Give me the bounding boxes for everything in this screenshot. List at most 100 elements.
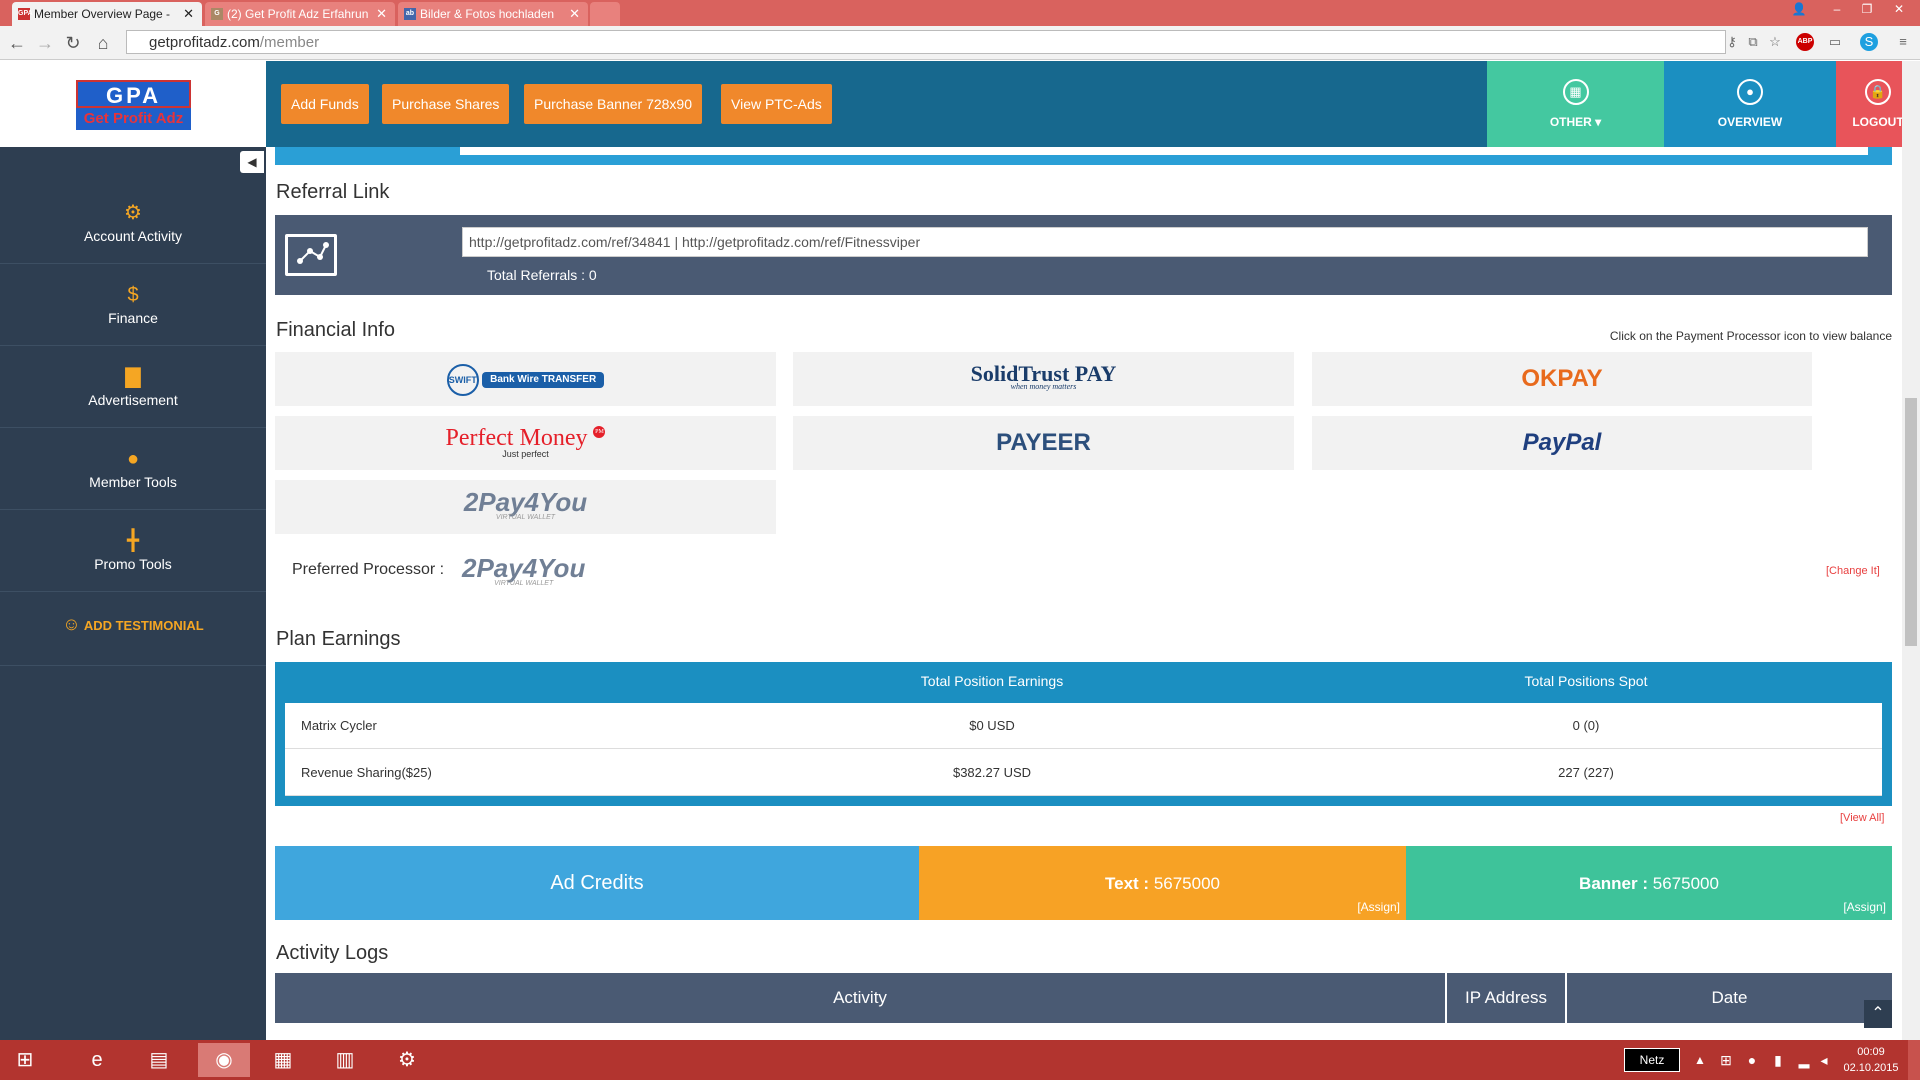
network-indicator[interactable]: Netz [1624, 1048, 1680, 1072]
2pay4you-tagline: VIRTUAL WALLET [495, 514, 556, 521]
table-row: Revenue Sharing($25) $382.27 USD 227 (22… [285, 750, 1882, 796]
minimize-icon[interactable]: – [1824, 0, 1850, 18]
overview-button[interactable]: ● OVERVIEW [1664, 61, 1836, 147]
total-referrals: Total Referrals : 0 [487, 267, 597, 283]
table-row: Matrix Cycler $0 USD 0 (0) [285, 703, 1882, 749]
table-header-date: Date [1711, 988, 1748, 1007]
logo-top-text: GPA [76, 80, 191, 108]
sidebar-item-label: Finance [108, 310, 158, 326]
paypal-processor[interactable]: PayPal [1312, 416, 1812, 470]
sidebar-item-promo-tools[interactable]: ╋ Promo Tools [0, 510, 266, 592]
clock-date[interactable]: 02.10.2015 [1836, 1062, 1906, 1074]
clock-time[interactable]: 00:09 [1836, 1046, 1906, 1058]
scroll-to-top-button[interactable]: ⌃ [1864, 1000, 1892, 1028]
file-explorer-icon[interactable]: ▤ [136, 1043, 182, 1077]
other-menu-button[interactable]: ▦ OTHER ▾ [1487, 61, 1664, 147]
purchase-banner-button[interactable]: Purchase Banner 728x90 [524, 84, 702, 124]
key-icon[interactable]: ⚷ [1723, 33, 1741, 51]
internet-explorer-icon[interactable]: e [74, 1043, 120, 1077]
dollar-icon: $ [127, 284, 139, 306]
add-testimonial-button[interactable]: ☺ ADD TESTIMONIAL [0, 592, 266, 666]
windows-tray-icon[interactable]: ⊞ [1714, 1043, 1738, 1077]
table-header-earnings: Total Position Earnings [920, 673, 1064, 689]
user-icon: ● [1737, 79, 1763, 105]
restore-icon[interactable]: ❐ [1854, 0, 1880, 18]
scrollbar-thumb[interactable] [1905, 398, 1917, 646]
browser-tab-member-overview[interactable]: GPA Member Overview Page - ✕ [12, 2, 202, 26]
bank-wire-logo: Bank Wire TRANSFER [482, 372, 605, 388]
gpa-favicon: GPA [18, 8, 33, 20]
url-host: getprofitadz.com [149, 34, 260, 51]
change-processor-link[interactable]: [Change It] [1826, 565, 1880, 577]
bank-wire-processor[interactable]: SWIFT Bank Wire TRANSFER [275, 352, 776, 406]
browser-tab-bilder[interactable]: ab Bilder & Fotos hochladen ✕ [398, 2, 588, 26]
store-icon[interactable]: ▦ [260, 1043, 306, 1077]
menu-icon[interactable]: ≡ [1894, 33, 1912, 51]
okpay-logo: OKPAY [1521, 365, 1603, 392]
calculator-icon[interactable]: ▥ [322, 1043, 368, 1077]
testimonial-label: ADD TESTIMONIAL [83, 618, 204, 633]
perfect-money-processor[interactable]: Perfect Money PM Just perfect [275, 416, 776, 470]
view-all-link[interactable]: [View All] [1840, 812, 1884, 824]
url-path: /member [259, 34, 320, 51]
user-icon[interactable]: 👤 [1786, 0, 1812, 18]
new-tab-button[interactable] [590, 2, 620, 26]
home-icon[interactable]: ⌂ [92, 32, 114, 54]
show-desktop-button[interactable] [1908, 1040, 1920, 1080]
activity-logs-heading: Activity Logs [276, 942, 389, 964]
pm-badge-icon: PM [593, 426, 606, 438]
browser-tab-erfahrungen[interactable]: G (2) Get Profit Adz Erfahrun ✕ [205, 2, 395, 26]
plan-earnings: $0 USD [969, 718, 1015, 733]
volume-icon[interactable]: ◂ [1812, 1043, 1836, 1077]
assign-banner-link[interactable]: [Assign] [1843, 900, 1886, 914]
file-icon: ▇ [125, 366, 141, 388]
back-icon[interactable]: ← [6, 32, 28, 54]
presentation-icon [285, 234, 337, 276]
adblock-plus-icon[interactable]: ABP [1796, 33, 1814, 51]
star-icon[interactable]: ☆ [1766, 33, 1784, 51]
skype-icon[interactable]: S [1860, 33, 1878, 51]
cast-icon[interactable]: ▭ [1826, 33, 1844, 51]
chrome-icon[interactable]: ◉ [198, 1043, 250, 1077]
tray-arrow-icon[interactable]: ▲ [1688, 1043, 1712, 1077]
reload-icon[interactable]: ↻ [62, 32, 84, 54]
sidebar-item-label: Promo Tools [94, 556, 172, 572]
close-icon[interactable]: ✕ [183, 6, 194, 22]
banner-credits-label: Banner : [1579, 874, 1649, 893]
sidebar-item-account-activity[interactable]: ⚙ Account Activity [0, 182, 266, 264]
referral-link-id: http://getprofitadz.com/ref/34841 [469, 234, 671, 250]
lock-icon: 🔒 [1865, 79, 1891, 105]
solidtrust-processor[interactable]: SolidTrust PAY when money matters [793, 352, 1294, 406]
gpa-logo[interactable]: GPA Get Profit Adz [76, 80, 191, 130]
swift-globe-icon: SWIFT [446, 364, 479, 396]
address-bar[interactable]: getprofitadz.com/member [126, 30, 1726, 54]
battery-icon[interactable]: ▮ [1766, 1043, 1790, 1077]
windows-start-icon[interactable]: ⊞ [2, 1043, 48, 1077]
payeer-processor[interactable]: PAYEER [793, 416, 1294, 470]
sidebar-item-finance[interactable]: $ Finance [0, 264, 266, 346]
2pay4you-processor[interactable]: 2Pay4You VIRTUAL WALLET [275, 480, 776, 534]
close-window-icon[interactable]: ✕ [1886, 0, 1912, 18]
view-ptc-ads-button[interactable]: View PTC-Ads [721, 84, 832, 124]
overview-label: OVERVIEW [1717, 115, 1783, 129]
forward-icon[interactable]: → [34, 32, 56, 54]
paypal-logo: PayPal [1522, 429, 1602, 456]
close-icon[interactable]: ✕ [376, 6, 387, 22]
purchase-shares-button[interactable]: Purchase Shares [382, 84, 510, 124]
okpay-processor[interactable]: OKPAY [1312, 352, 1812, 406]
steam-icon[interactable]: ⚙ [384, 1043, 430, 1077]
tab-title: (2) Get Profit Adz Erfahrun [227, 7, 369, 21]
sidebar-item-member-tools[interactable]: ● Member Tools [0, 428, 266, 510]
plan-rows: Matrix Cycler $0 USD 0 (0) Revenue Shari… [285, 703, 1882, 796]
solidtrust-tagline: when money matters [1010, 382, 1077, 391]
close-icon[interactable]: ✕ [569, 6, 580, 22]
collapse-sidebar-icon[interactable]: ◀ [240, 151, 264, 173]
add-funds-button[interactable]: Add Funds [281, 84, 369, 124]
preferred-processor-label: Preferred Processor : [292, 561, 445, 578]
translate-icon[interactable]: ⧉ [1744, 33, 1762, 51]
referral-link-field[interactable]: http://getprofitadz.com/ref/34841 | http… [462, 227, 1868, 257]
assign-text-link[interactable]: [Assign] [1357, 900, 1400, 914]
tray-app-icon[interactable]: ● [1740, 1043, 1764, 1077]
sidebar-item-label: Member Tools [89, 474, 177, 490]
sidebar-item-advertisement[interactable]: ▇ Advertisement [0, 346, 266, 428]
